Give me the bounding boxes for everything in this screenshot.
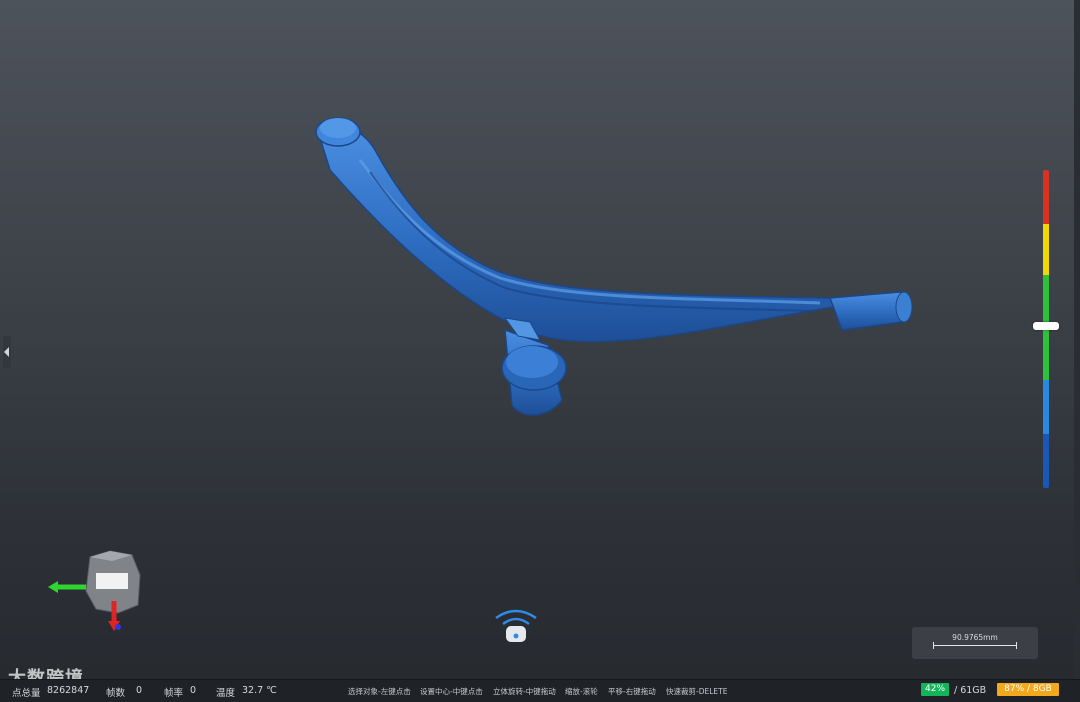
- scale-ruler: [933, 642, 1017, 649]
- temperature-value: 32.7 ℃: [242, 685, 277, 696]
- disk-total: / 61GB: [954, 685, 987, 696]
- status-bar: 点总量 8262847 帧数 0 帧率 0 温度 32.7 ℃ 选择对象-左键点…: [0, 679, 1080, 702]
- points-value: 8262847: [47, 685, 90, 696]
- memory-usage-badge: 87% / 8GB: [997, 683, 1059, 696]
- hint-set-center: 设置中心-中键点击: [420, 687, 483, 696]
- color-scale-slider-handle[interactable]: [1033, 321, 1059, 330]
- temperature-label: 温度: [216, 688, 236, 699]
- frames-label: 帧数: [106, 688, 126, 699]
- points-label: 点总量: [12, 688, 41, 699]
- frames-value: 0: [136, 685, 143, 696]
- fps-label: 帧率: [164, 688, 184, 699]
- hint-rotate: 立体旋转-中键拖动: [493, 687, 556, 696]
- scale-label: 90.9765mm: [952, 633, 998, 642]
- hint-crop: 快速裁剪-DELETE: [666, 687, 728, 696]
- scale-indicator: 90.9765mm: [912, 627, 1038, 659]
- disk-usage-badge: 42%: [921, 683, 950, 696]
- right-panel-edge: [1074, 0, 1080, 679]
- hint-zoom: 缩放-滚轮: [565, 687, 598, 696]
- hint-select: 选择对象-左键点击: [348, 687, 411, 696]
- chevron-left-icon: [4, 347, 9, 357]
- 3d-viewport[interactable]: 90.9765mm: [0, 0, 1080, 679]
- orientation-gizmo[interactable]: [40, 545, 160, 640]
- left-panel-toggle[interactable]: [3, 336, 11, 368]
- fps-value: 0: [190, 685, 197, 696]
- scanner-wifi-icon[interactable]: [490, 608, 542, 648]
- scanned-model[interactable]: [290, 100, 930, 440]
- hint-pan: 平移-右键拖动: [608, 687, 656, 696]
